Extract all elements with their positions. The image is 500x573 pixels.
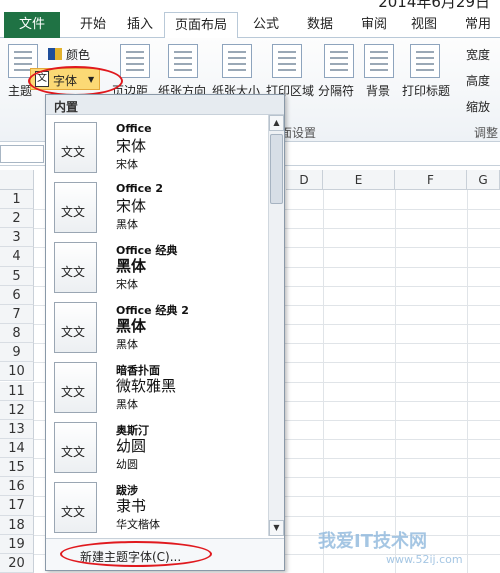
name-box[interactable] [0,145,44,163]
font-preview-thumbnail: 文文 [54,482,97,533]
tab-page-layout[interactable]: 页面布局 [164,12,238,39]
row-header[interactable]: 14 [0,438,34,459]
font-preview-thumbnail: 文文 [54,242,97,293]
heading-font: 宋体 [116,137,147,155]
row-header[interactable]: 12 [0,400,34,420]
heading-font: 隶书 [116,497,147,515]
body-font: 黑体 [116,338,138,351]
highlight-oval-new-fonts [60,541,212,567]
font-option-austin[interactable]: 文文 奥斯汀 幼圆 幼圆 [46,419,268,479]
orientation-icon[interactable] [168,44,198,78]
column-header-g[interactable]: G [467,170,500,190]
dropdown-header: 内置 [46,95,284,115]
font-option-trek[interactable]: 文文 跋涉 隶书 华文楷体 [46,479,268,539]
builtin-label: 内置 [54,100,79,114]
column-header-f[interactable]: F [395,170,467,190]
font-preview-thumbnail: 文文 [54,122,97,173]
print-area-icon[interactable] [272,44,302,78]
tab-view[interactable]: 视图 [402,12,446,38]
breaks-icon[interactable] [324,44,354,78]
row-header[interactable]: 6 [0,285,34,305]
row-header[interactable]: 13 [0,419,34,439]
font-preview-thumbnail: 文文 [54,182,97,233]
row-header[interactable]: 1 [0,190,34,210]
heading-font: 幼圆 [116,437,147,455]
scale-label[interactable]: 缩放 [466,98,490,115]
window-title: 2014年6月29日 [378,0,490,11]
row-header[interactable]: 7 [0,304,34,325]
height-label[interactable]: 高度 [466,72,490,89]
column-header-d[interactable]: D [286,170,323,190]
font-option-office-2[interactable]: 文文 Office 2 宋体 黑体 [46,179,268,239]
column-header-e[interactable]: E [323,170,395,190]
row-header[interactable]: 15 [0,458,34,478]
colors-icon [48,48,62,60]
body-font: 宋体 [116,158,138,171]
print-titles-icon[interactable] [410,44,440,78]
font-option-office-classic[interactable]: 文文 Office 经典 黑体 宋体 [46,239,268,299]
body-font: 宋体 [116,278,138,291]
group-scale: 调整 [474,126,499,140]
tab-file[interactable]: 文件 [4,12,60,38]
body-font: 黑体 [116,398,138,411]
tab-insert[interactable]: 插入 [118,12,162,38]
colors-label[interactable]: 颜色 [66,46,90,63]
tab-data[interactable]: 数据 [298,12,342,38]
font-preview-thumbnail: 文文 [54,422,97,473]
ribbon-tabs: 文件 开始 插入 页面布局 公式 数据 审阅 视图 常用 [0,12,500,39]
heading-font: 黑体 [116,257,147,275]
theme-fonts-dropdown: 内置 文文 Office 宋体 宋体 文文 Office 2 宋体 黑体 文文 … [45,94,285,571]
background-label[interactable]: 背景 [366,82,390,99]
heading-font: 黑体 [116,317,147,335]
row-header[interactable]: 5 [0,266,34,286]
font-option-office[interactable]: 文文 Office 宋体 宋体 [46,119,268,179]
print-titles-label[interactable]: 打印标题 [402,82,450,99]
row-header[interactable]: 11 [0,381,34,401]
row-header[interactable]: 9 [0,343,34,363]
size-icon[interactable] [222,44,252,78]
row-header[interactable]: 18 [0,515,34,535]
watermark-url: www.52ij.com [386,553,463,566]
highlight-oval-fonts [28,66,123,96]
font-preview-thumbnail: 文文 [54,362,97,413]
body-font: 华文楷体 [116,518,160,531]
heading-font: 微软雅黑 [116,377,177,395]
watermark-logo: 我爱IT技术网 [318,531,427,552]
select-all-corner[interactable] [0,170,34,190]
tab-home[interactable]: 开始 [70,12,116,38]
breaks-label[interactable]: 分隔符 [318,82,354,99]
width-label[interactable]: 宽度 [466,46,490,63]
tab-common[interactable]: 常用 [456,12,500,38]
row-header[interactable]: 19 [0,534,34,554]
body-font: 黑体 [116,218,138,231]
margins-icon[interactable] [120,44,150,78]
row-header[interactable]: 16 [0,477,34,497]
body-font: 幼圆 [116,458,138,471]
font-option-anxiang[interactable]: 文文 暗香扑面 微软雅黑 黑体 [46,359,268,419]
row-header[interactable]: 4 [0,247,34,267]
font-preview-thumbnail: 文文 [54,302,97,353]
row-header[interactable]: 3 [0,228,34,248]
row-header[interactable]: 20 [0,553,34,573]
row-header[interactable]: 8 [0,324,34,344]
font-option-name: Office 2 [116,182,164,195]
scroll-thumb[interactable] [270,134,283,204]
scroll-down-arrow-icon[interactable]: ▼ [269,520,284,536]
tab-review[interactable]: 审阅 [352,12,396,38]
row-header[interactable]: 10 [0,362,34,382]
tab-formulas[interactable]: 公式 [244,12,288,38]
title-bar: 2014年6月29日 [0,0,500,12]
heading-font: 宋体 [116,197,147,215]
font-option-name: Office [116,122,152,135]
background-icon[interactable] [364,44,394,78]
font-option-office-classic-2[interactable]: 文文 Office 经典 2 黑体 黑体 [46,299,268,359]
dropdown-scrollbar[interactable]: ▲ ▼ [268,115,284,536]
scroll-up-arrow-icon[interactable]: ▲ [269,115,284,131]
row-header[interactable]: 2 [0,209,34,229]
row-header[interactable]: 17 [0,496,34,516]
